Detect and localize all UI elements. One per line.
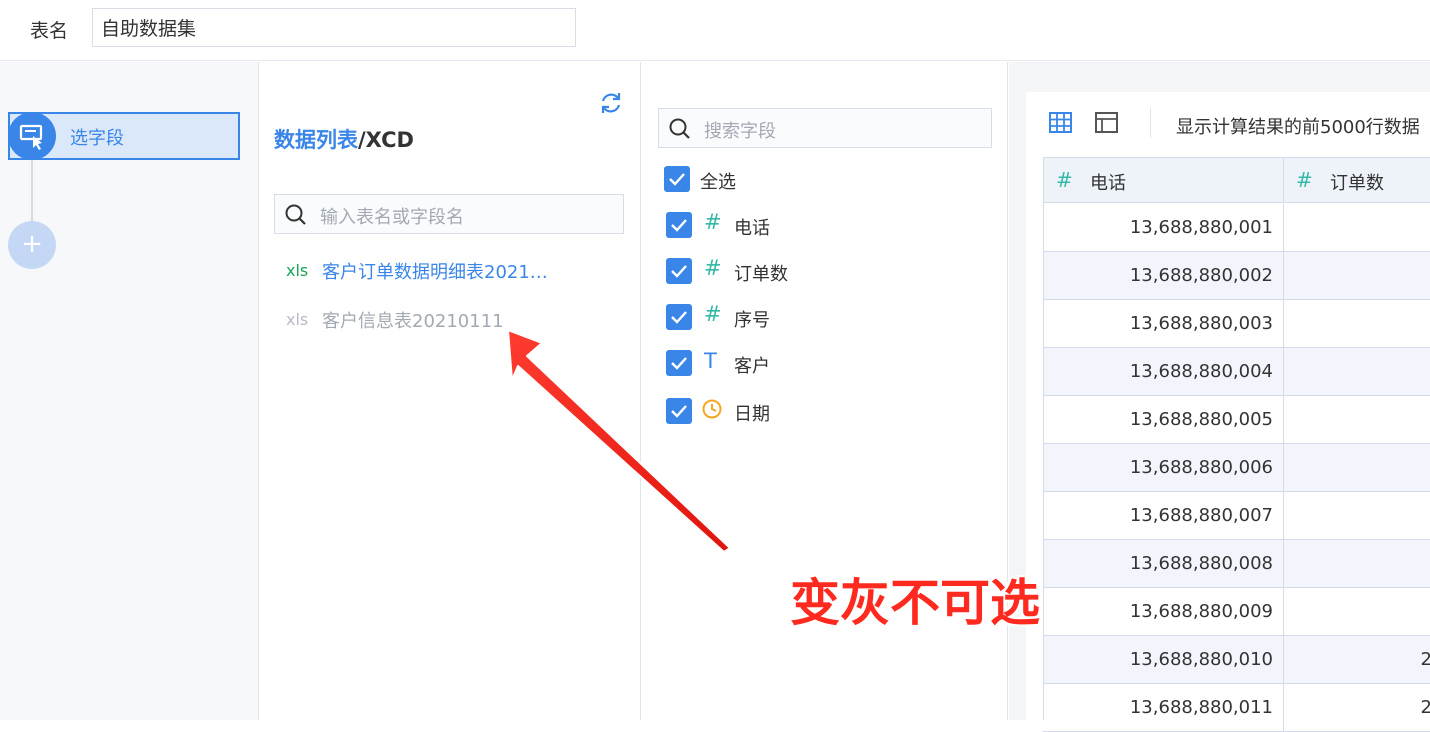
column-header-label: 订单数 — [1330, 173, 1384, 194]
table-cell-phone: 13,688,880,001 — [1043, 204, 1284, 252]
toolbar-divider — [1150, 108, 1151, 138]
data-list-title: 数据列表/XCD — [274, 124, 414, 154]
table-cell-phone: 13,688,880,011 — [1043, 684, 1284, 732]
field-label-orders: 订单数 — [734, 264, 788, 285]
step-connector — [31, 150, 33, 226]
data-list-panel — [260, 62, 641, 720]
number-type-icon: # — [704, 256, 722, 280]
text-type-icon: T — [704, 349, 717, 373]
number-type-icon: # — [1296, 168, 1313, 192]
table-cell-phone: 13,688,880,007 — [1043, 492, 1284, 540]
table-cell-orders — [1283, 444, 1430, 492]
table-cell-phone: 13,688,880,003 — [1043, 300, 1284, 348]
data-list-title-suffix: /XCD — [358, 128, 414, 152]
number-type-icon: # — [1056, 168, 1073, 192]
table-item-order-detail[interactable]: 客户订单数据明细表2021… — [322, 258, 548, 284]
table-view-icon[interactable] — [1048, 110, 1074, 140]
xls-icon: xls — [286, 310, 309, 329]
field-checkbox-serial[interactable] — [666, 304, 692, 330]
field-checkbox-phone[interactable] — [666, 212, 692, 238]
preview-row-limit-note: 显示计算结果的前5000行数据 — [1176, 117, 1420, 138]
select-fields-icon — [8, 112, 56, 160]
annotation-text: 变灰不可选 — [790, 574, 1040, 632]
table-cell-orders — [1283, 492, 1430, 540]
table-cell-orders — [1283, 204, 1430, 252]
table-cell-phone: 13,688,880,006 — [1043, 444, 1284, 492]
field-label-customer: 客户 — [734, 356, 770, 377]
table-cell-orders — [1283, 588, 1430, 636]
field-label-phone: 电话 — [734, 218, 770, 239]
field-checkbox-orders[interactable] — [666, 258, 692, 284]
xls-icon: xls — [286, 261, 309, 280]
search-icon — [669, 118, 690, 139]
add-step-button[interactable]: + — [8, 221, 56, 269]
table-cell-orders: 2 — [1283, 636, 1430, 684]
table-cell-orders: 2 — [1283, 684, 1430, 732]
table-name-input[interactable] — [92, 8, 576, 47]
table-cell-phone: 13,688,880,004 — [1043, 348, 1284, 396]
table-cell-phone: 13,688,880,008 — [1043, 540, 1284, 588]
table-cell-orders — [1283, 396, 1430, 444]
table-cell-orders — [1283, 348, 1430, 396]
clock-icon — [701, 398, 723, 424]
table-cell-orders — [1283, 252, 1430, 300]
number-type-icon: # — [704, 302, 722, 326]
step-column — [0, 62, 259, 720]
table-cell-phone: 13,688,880,010 — [1043, 636, 1284, 684]
table-cell-orders — [1283, 540, 1430, 588]
table-cell-phone: 13,688,880,002 — [1043, 252, 1284, 300]
refresh-icon[interactable] — [598, 90, 624, 116]
field-label-serial: 序号 — [734, 310, 770, 331]
table-border — [1043, 157, 1044, 720]
table-item-customer-info-disabled: 客户信息表20210111 — [322, 311, 504, 332]
select-all-checkbox[interactable] — [664, 166, 690, 192]
data-list-title-prefix: 数据列表 — [274, 128, 358, 152]
column-header-orders[interactable]: # 订单数 — [1283, 157, 1430, 203]
table-cell-phone: 13,688,880,005 — [1043, 396, 1284, 444]
column-header-phone[interactable]: # 电话 — [1043, 157, 1284, 203]
number-type-icon: # — [704, 210, 722, 234]
search-icon — [285, 204, 306, 225]
field-search-placeholder: 搜索字段 — [704, 121, 776, 142]
table-name-label: 表名 — [30, 20, 69, 42]
field-label-date: 日期 — [734, 404, 770, 425]
field-checkbox-customer[interactable] — [666, 350, 692, 376]
layout-view-icon[interactable] — [1094, 110, 1120, 140]
select-all-label: 全选 — [700, 172, 736, 193]
column-header-label: 电话 — [1090, 173, 1126, 194]
table-cell-orders — [1283, 300, 1430, 348]
table-cell-phone: 13,688,880,009 — [1043, 588, 1284, 636]
step-select-fields-label: 选字段 — [70, 128, 124, 149]
field-checkbox-date[interactable] — [666, 398, 692, 424]
table-search-placeholder: 输入表名或字段名 — [320, 207, 464, 228]
